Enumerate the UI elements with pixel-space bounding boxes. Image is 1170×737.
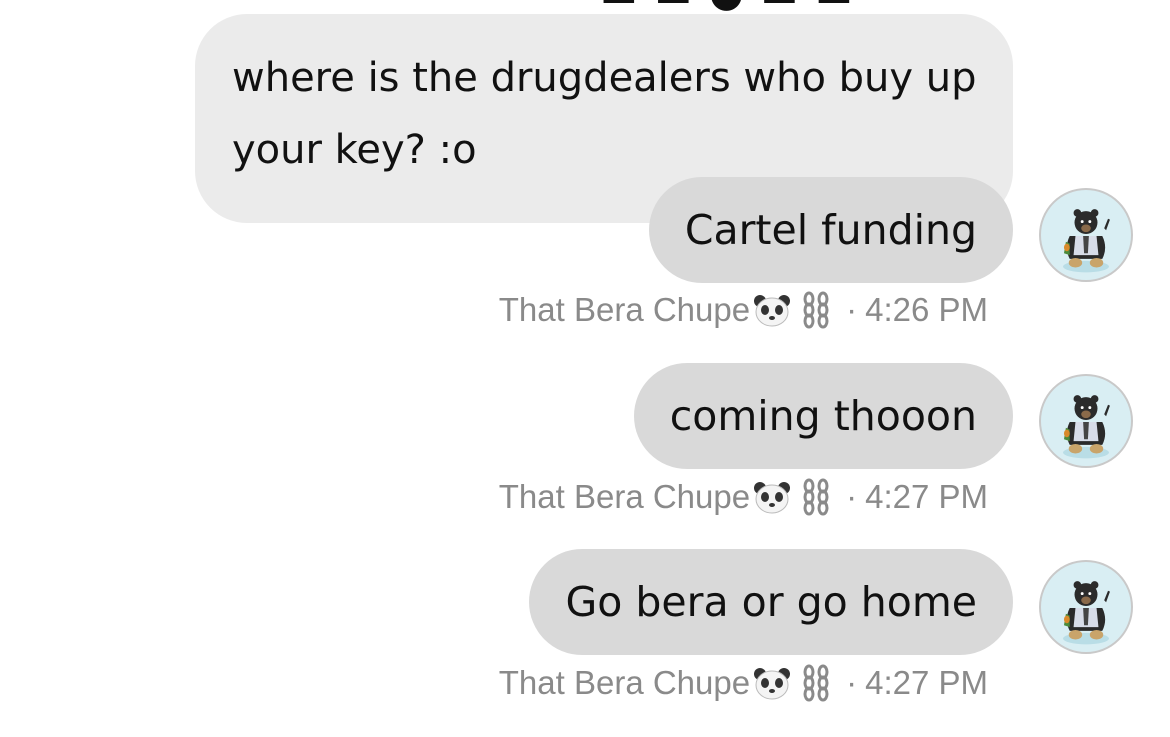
meta-separator: · [846, 291, 858, 328]
chain-emoji-icon [803, 664, 829, 702]
sender-avatar[interactable] [1039, 188, 1133, 282]
message-meta: That Bera Chupe · 4:27 PM [499, 477, 988, 517]
message-timestamp: 4:26 PM [865, 291, 988, 328]
sender-avatar[interactable] [1039, 374, 1133, 468]
chain-emoji-icon [803, 291, 829, 329]
bear-avatar-icon [1063, 209, 1110, 273]
panda-emoji-icon [754, 482, 791, 514]
panda-emoji-icon [754, 295, 791, 327]
sender-avatar[interactable] [1039, 560, 1133, 654]
message-meta: That Bera Chupe · 4:26 PM [499, 290, 988, 330]
sent-message-bubble[interactable]: coming thooon [633, 363, 1013, 469]
sender-name[interactable]: That Bera Chupe [499, 664, 750, 702]
chain-emoji-icon [803, 478, 829, 516]
bear-avatar-icon [1063, 581, 1110, 645]
sent-message-bubble[interactable]: Go bera or go home [529, 549, 1013, 655]
message-meta: That Bera Chupe · 4:27 PM [499, 663, 988, 703]
meta-separator: · [846, 664, 858, 701]
panda-emoji-icon [754, 668, 791, 700]
meta-separator: · [846, 478, 858, 515]
bear-avatar-icon [1063, 395, 1110, 459]
message-timestamp: 4:27 PM [865, 478, 988, 515]
sender-name[interactable]: That Bera Chupe [499, 478, 750, 516]
sent-message-bubble[interactable]: Cartel funding [648, 177, 1013, 283]
message-timestamp: 4:27 PM [865, 664, 988, 701]
sender-name[interactable]: That Bera Chupe [499, 291, 750, 329]
